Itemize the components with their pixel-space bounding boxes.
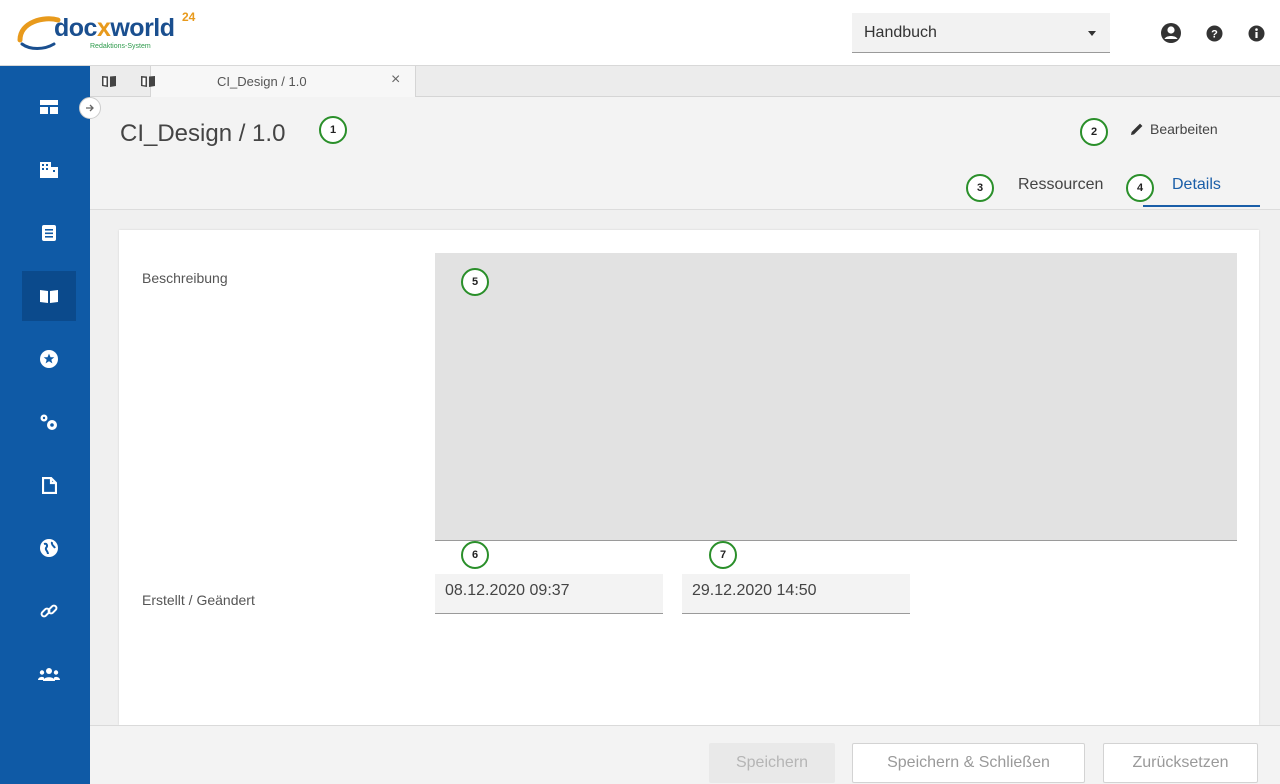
callout-badge-7: 7 (709, 541, 737, 569)
tab-details[interactable]: Details (1172, 176, 1221, 194)
main-content: CI_Design / 1.0 1 2 Bearbeiten 3 Ressour… (90, 97, 1280, 784)
sidebar-item-links[interactable] (22, 586, 76, 636)
sidebar-item-documents[interactable] (22, 208, 76, 258)
page-title: CI_Design / 1.0 (120, 120, 286, 147)
manual-book-icon (40, 290, 58, 303)
manual-select[interactable]: Handbuch (852, 13, 1110, 53)
svg-text:?: ? (1211, 28, 1218, 40)
description-label: Beschreibung (142, 270, 228, 286)
sidebar-item-organization[interactable] (22, 145, 76, 195)
document-icon (42, 225, 56, 241)
globe-icon (40, 539, 58, 557)
callout-badge-5: 5 (461, 268, 489, 296)
pencil-icon (1131, 123, 1143, 135)
sidebar-item-languages[interactable] (22, 523, 76, 573)
sidebar-item-dashboard[interactable] (22, 82, 76, 132)
callout-badge-1: 1 (319, 116, 347, 144)
tab-ci-design[interactable]: CI_Design / 1.0 × (141, 66, 416, 97)
manual-book-icon[interactable] (102, 75, 116, 87)
organization-icon (40, 162, 58, 178)
file-icon (41, 476, 57, 494)
chevron-down-icon (1088, 31, 1096, 36)
details-card: Beschreibung 5 6 7 Erstellt / Geändert 0… (119, 230, 1259, 725)
callout-badge-2: 2 (1080, 118, 1108, 146)
action-footer: Speichern Speichern & Schließen Zurückse… (90, 725, 1280, 784)
docxworld-logo[interactable]: docxworld 24 Redaktions-System (14, 10, 214, 58)
reset-button[interactable]: Zurücksetzen (1103, 743, 1258, 783)
manual-select-value: Handbuch (864, 24, 937, 41)
callout-badge-3: 3 (966, 174, 994, 202)
edit-button[interactable]: Bearbeiten (1130, 119, 1218, 139)
link-icon (40, 604, 58, 618)
document-tab-bar: CI_Design / 1.0 × (90, 66, 1280, 97)
sidebar-item-files[interactable] (22, 460, 76, 510)
callout-badge-6: 6 (461, 541, 489, 569)
edit-button-label: Bearbeiten (1150, 121, 1218, 137)
sidebar-expand-button[interactable] (79, 97, 101, 119)
sidebar-item-settings[interactable] (22, 397, 76, 447)
sidebar-item-favorites[interactable] (22, 334, 76, 384)
manual-book-icon (141, 76, 155, 87)
sidebar-item-users[interactable] (22, 649, 76, 699)
info-icon[interactable] (1245, 22, 1267, 44)
created-changed-label: Erstellt / Geändert (142, 592, 255, 608)
close-icon[interactable]: × (391, 71, 400, 89)
callout-badge-4: 4 (1126, 174, 1154, 202)
description-field[interactable]: 5 (435, 253, 1237, 541)
help-icon[interactable]: ? (1203, 22, 1225, 44)
star-icon (40, 350, 58, 368)
created-date-field[interactable]: 08.12.2020 09:37 (435, 574, 663, 614)
users-icon (38, 668, 60, 681)
save-button[interactable]: Speichern (709, 743, 835, 783)
arrow-right-icon (86, 104, 94, 112)
account-icon[interactable] (1160, 22, 1182, 44)
dashboard-icon (40, 100, 58, 114)
logo-tagline: Redaktions-System (90, 43, 151, 50)
tab-ressourcen[interactable]: Ressourcen (1018, 176, 1103, 194)
sidebar-nav (0, 66, 90, 784)
tab-label: CI_Design / 1.0 (217, 74, 307, 89)
settings-gears-icon (40, 414, 57, 430)
changed-date-field[interactable]: 29.12.2020 14:50 (682, 574, 910, 614)
active-tab-indicator (1143, 205, 1260, 207)
title-area: CI_Design / 1.0 1 2 Bearbeiten 3 Ressour… (90, 97, 1280, 210)
logo-wordmark: docxworld (54, 14, 175, 42)
logo-superscript: 24 (182, 10, 196, 24)
save-and-close-button[interactable]: Speichern & Schließen (852, 743, 1085, 783)
sidebar-item-manuals[interactable] (22, 271, 76, 321)
app-header: docxworld 24 Redaktions-System Handbuch … (0, 0, 1280, 66)
